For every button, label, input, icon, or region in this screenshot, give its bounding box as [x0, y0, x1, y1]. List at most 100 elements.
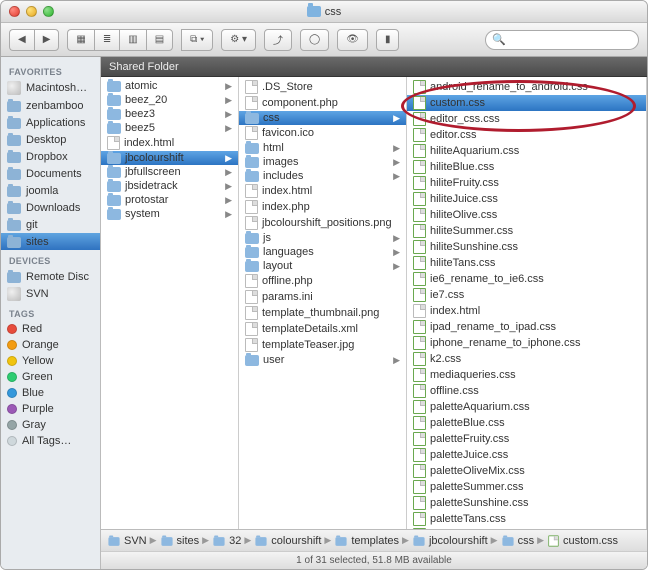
close-button[interactable]: [9, 6, 20, 17]
sidebar-item-purple[interactable]: Purple: [1, 401, 100, 417]
list-item[interactable]: ie7.css: [407, 287, 646, 303]
sidebar-item-gray[interactable]: Gray: [1, 417, 100, 433]
list-item[interactable]: hiliteSunshine.css: [407, 239, 646, 255]
list-item[interactable]: layout▶: [239, 259, 406, 273]
list-item[interactable]: index.html: [101, 135, 238, 151]
sidebar-item-all-tags-[interactable]: All Tags…: [1, 433, 100, 449]
share-button[interactable]: ⤴: [264, 29, 292, 51]
list-item[interactable]: editor_css.css: [407, 111, 646, 127]
path-segment[interactable]: SVN: [107, 535, 147, 547]
list-item[interactable]: ie6_rename_to_ie6.css: [407, 271, 646, 287]
view-column-button[interactable]: ▥: [119, 29, 145, 51]
path-segment[interactable]: 32: [212, 535, 241, 547]
sidebar-item-zenbamboo[interactable]: zenbamboo: [1, 97, 100, 114]
list-item[interactable]: css▶: [239, 111, 406, 125]
sidebar-item-git[interactable]: git: [1, 216, 100, 233]
list-item[interactable]: beez3▶: [101, 107, 238, 121]
list-item[interactable]: templateDetails.xml: [239, 321, 406, 337]
list-item[interactable]: custom.css: [407, 95, 646, 111]
list-item[interactable]: system▶: [101, 207, 238, 221]
sidebar-item-green[interactable]: Green: [1, 369, 100, 385]
list-item[interactable]: paletteAquarium.css: [407, 399, 646, 415]
list-item[interactable]: ipad_rename_to_ipad.css: [407, 319, 646, 335]
sidebar-item-sites[interactable]: sites: [1, 233, 100, 250]
list-item[interactable]: html▶: [239, 141, 406, 155]
list-item[interactable]: .DS_Store: [239, 79, 406, 95]
sidebar-item-dropbox[interactable]: Dropbox: [1, 148, 100, 165]
sidebar-item-desktop[interactable]: Desktop: [1, 131, 100, 148]
minimize-button[interactable]: [26, 6, 37, 17]
list-item[interactable]: editor.css: [407, 127, 646, 143]
path-segment[interactable]: templates: [334, 535, 399, 547]
list-item[interactable]: hiliteOlive.css: [407, 207, 646, 223]
search-input[interactable]: [509, 34, 632, 46]
sidebar-item-svn[interactable]: SVN: [1, 285, 100, 303]
path-segment[interactable]: colourshift: [254, 535, 321, 547]
sidebar-item-joomla[interactable]: joomla: [1, 182, 100, 199]
list-item[interactable]: offline.php: [239, 273, 406, 289]
arrange-button[interactable]: ⧉ ▾: [181, 29, 213, 51]
list-item[interactable]: paletteOliveMix.css: [407, 463, 646, 479]
action-button[interactable]: ⚙ ▾: [221, 29, 256, 51]
sidebar-item-orange[interactable]: Orange: [1, 337, 100, 353]
list-item[interactable]: atomic▶: [101, 79, 238, 93]
sidebar-item-downloads[interactable]: Downloads: [1, 199, 100, 216]
list-item[interactable]: favicon.ico: [239, 125, 406, 141]
tags-button[interactable]: ◯: [300, 29, 329, 51]
list-item[interactable]: templateTeaser.jpg: [239, 337, 406, 353]
list-item[interactable]: paletteSummer.css: [407, 479, 646, 495]
list-item[interactable]: hiliteFruity.css: [407, 175, 646, 191]
sidebar-item-yellow[interactable]: Yellow: [1, 353, 100, 369]
list-item[interactable]: index.php: [239, 199, 406, 215]
list-item[interactable]: iphone_rename_to_iphone.css: [407, 335, 646, 351]
path-segment[interactable]: jbcolourshift: [412, 535, 488, 547]
list-item[interactable]: hiliteAquarium.css: [407, 143, 646, 159]
list-item[interactable]: params.ini: [239, 289, 406, 305]
path-segment[interactable]: css: [501, 535, 535, 547]
sidebar-item-macintosh-[interactable]: Macintosh…: [1, 79, 100, 97]
list-item[interactable]: paletteJuice.css: [407, 447, 646, 463]
list-item[interactable]: mediaqueries.css: [407, 367, 646, 383]
list-item[interactable]: protostar▶: [101, 193, 238, 207]
view-list-button[interactable]: ≣: [94, 29, 119, 51]
view-coverflow-button[interactable]: ▤: [146, 29, 173, 51]
list-item[interactable]: hiliteTans.css: [407, 255, 646, 271]
zoom-button[interactable]: [43, 6, 54, 17]
terminal-button[interactable]: ▮: [376, 29, 400, 51]
list-item[interactable]: index.html: [407, 303, 646, 319]
sidebar-item-blue[interactable]: Blue: [1, 385, 100, 401]
forward-button[interactable]: ▶: [34, 29, 60, 51]
list-item[interactable]: index.html: [239, 183, 406, 199]
list-item[interactable]: paletteSunshine.css: [407, 495, 646, 511]
list-item[interactable]: paletteBlue.css: [407, 415, 646, 431]
path-segment[interactable]: sites: [160, 535, 200, 547]
list-item[interactable]: paletteFruity.css: [407, 431, 646, 447]
view-icon-button[interactable]: ▦: [67, 29, 93, 51]
list-item[interactable]: beez_20▶: [101, 93, 238, 107]
list-item[interactable]: hiliteJuice.css: [407, 191, 646, 207]
list-item[interactable]: jbsidetrack▶: [101, 179, 238, 193]
list-item[interactable]: paletteTans.css: [407, 511, 646, 527]
sidebar-item-red[interactable]: Red: [1, 321, 100, 337]
back-button[interactable]: ◀: [9, 29, 34, 51]
list-item[interactable]: android_rename_to_android.css: [407, 79, 646, 95]
list-item[interactable]: jbcolourshift▶: [101, 151, 238, 165]
list-item[interactable]: includes▶: [239, 169, 406, 183]
sidebar-item-documents[interactable]: Documents: [1, 165, 100, 182]
list-item[interactable]: languages▶: [239, 245, 406, 259]
path-segment[interactable]: custom.css: [547, 534, 618, 548]
list-item[interactable]: images▶: [239, 155, 406, 169]
list-item[interactable]: component.php: [239, 95, 406, 111]
list-item[interactable]: hiliteSummer.css: [407, 223, 646, 239]
list-item[interactable]: hiliteBlue.css: [407, 159, 646, 175]
list-item[interactable]: jbfullscreen▶: [101, 165, 238, 179]
sidebar-item-applications[interactable]: Applications: [1, 114, 100, 131]
quicklook-button[interactable]: 👁: [337, 29, 368, 51]
list-item[interactable]: template_thumbnail.png: [239, 305, 406, 321]
list-item[interactable]: beez5▶: [101, 121, 238, 135]
list-item[interactable]: jbcolourshift_positions.png: [239, 215, 406, 231]
sidebar-item-remote-disc[interactable]: Remote Disc: [1, 268, 100, 285]
list-item[interactable]: offline.css: [407, 383, 646, 399]
search-field[interactable]: 🔍: [485, 30, 639, 50]
list-item[interactable]: user▶: [239, 353, 406, 367]
